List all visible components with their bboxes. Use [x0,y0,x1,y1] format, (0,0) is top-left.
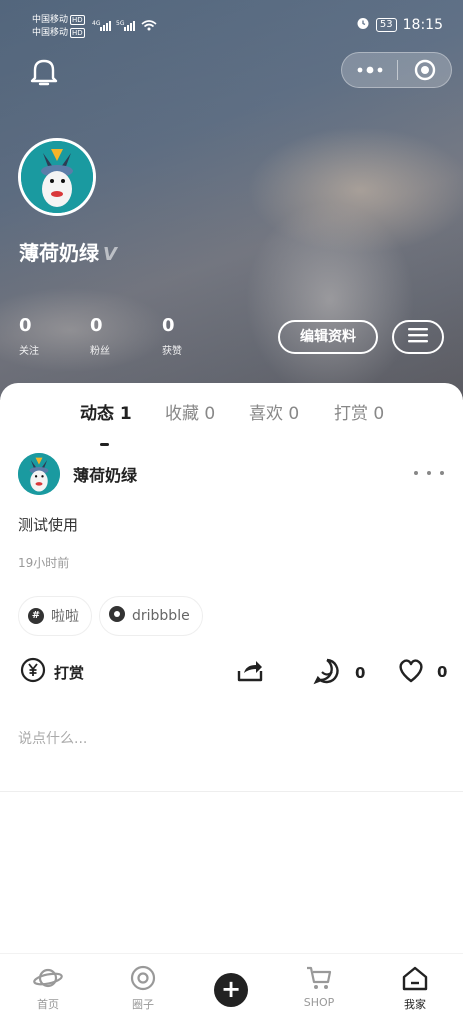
heart-icon [397,657,425,687]
profile-tabs: 动态 1 收藏 0 喜欢 0 打赏 0 [0,399,463,446]
like-count: 0 [437,663,448,681]
share-icon [236,657,264,687]
create-post-button[interactable]: + [214,973,248,1007]
post-author-name[interactable]: 薄荷奶绿 [73,462,137,486]
close-target-button[interactable] [398,53,451,87]
circle-icon [109,606,125,626]
yen-icon [20,657,46,687]
tab-favorites[interactable]: 收藏 0 [165,399,215,424]
carrier-2: 中国移动 [32,28,69,38]
menu-button[interactable] [392,320,444,354]
post-more-button[interactable] [414,463,444,483]
like-button[interactable]: 0 [397,657,447,687]
circle-tag[interactable]: dribbble [99,596,203,636]
svg-text:4G: 4G [92,20,101,27]
carrier-info: 中国移动 HD 中国移动 HD [32,15,85,38]
comment-button[interactable]: 0 [313,657,365,689]
svg-text:5G: 5G [116,20,125,27]
status-bar: 中国移动 HD 中国移动 HD 4G 5G 53 18:15 [32,12,443,42]
bell-icon[interactable] [29,56,59,88]
stat-followers[interactable]: 0 粉丝 [90,316,110,358]
nav-circles[interactable]: 圈子 [113,964,173,1012]
topic-tag[interactable]: # 啦啦 [18,596,92,636]
tab-posts[interactable]: 动态 1 [80,399,132,424]
nav-home[interactable]: 首页 [18,964,78,1012]
battery-indicator: 53 [375,18,397,32]
post-time: 19小时前 [18,556,70,570]
nav-me[interactable]: 我家 [385,964,445,1012]
bottom-nav: 首页 圈子 + SHOP 我家 [0,953,463,1024]
plus-icon: + [220,975,242,1003]
stat-likes[interactable]: 0 获赞 [162,316,182,358]
stat-following[interactable]: 0 关注 [19,316,39,358]
post-text: 测试使用 [18,516,79,534]
profile-username: 薄荷奶绿 V [19,241,117,265]
tip-button[interactable]: 打赏 [20,657,84,687]
verify-icon: V [103,244,117,265]
hamburger-icon [408,327,428,347]
comment-icon [313,657,341,689]
share-button[interactable] [236,657,264,687]
cart-icon [289,964,349,992]
comment-input[interactable]: 说点什么... [18,728,87,748]
edit-profile-button[interactable]: 编辑资料 [278,320,378,354]
tab-likes[interactable]: 喜欢 0 [249,399,299,424]
nav-shop[interactable]: SHOP [289,964,349,1009]
comment-count: 0 [355,664,366,682]
planet-icon [18,964,78,992]
miniprogram-capsule [341,52,452,88]
more-options-button[interactable] [342,53,397,87]
home-icon [385,964,445,992]
avatar[interactable] [18,138,96,216]
post-divider [0,791,463,792]
status-right: 53 18:15 [356,16,443,34]
hashtag-icon: # [28,608,44,624]
active-tab-indicator [100,443,109,446]
carrier-1: 中国移动 [32,15,69,25]
circle-target-icon [113,964,173,992]
post-author-avatar[interactable] [18,453,60,495]
tab-tips[interactable]: 打赏 0 [334,399,384,424]
alarm-icon [356,16,370,34]
time: 18:15 [402,17,443,33]
content-sheet: 动态 1 收藏 0 喜欢 0 打赏 0 薄荷奶绿 测试使用 19小时前 # 啦啦… [0,383,463,1024]
signal-icon: 4G 5G [92,18,182,36]
